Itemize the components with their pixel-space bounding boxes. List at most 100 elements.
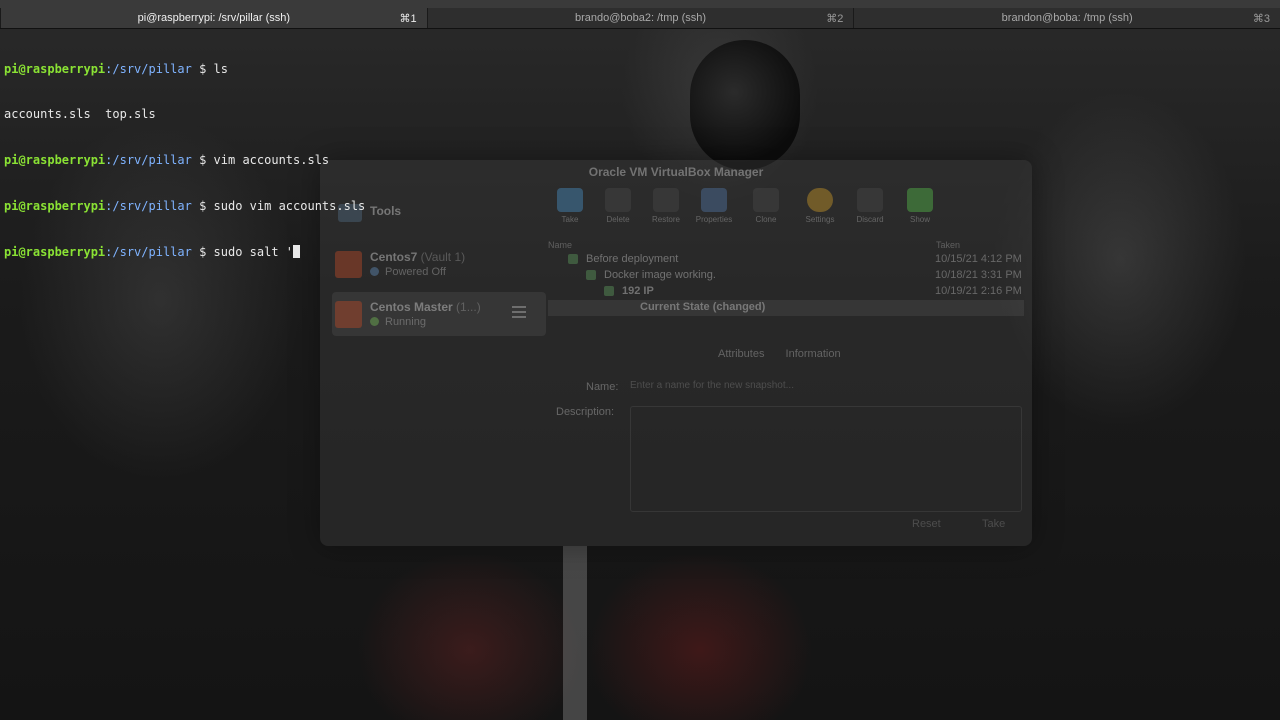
clone-button[interactable]: Clone (744, 188, 788, 224)
text-cursor (293, 245, 301, 259)
gear-icon (807, 188, 833, 212)
tab-attributes[interactable]: Attributes (718, 348, 764, 360)
wallpaper-stripe (563, 546, 587, 720)
tab-title: pi@raspberrypi: /srv/pillar (ssh) (137, 12, 291, 24)
snapshot-name: 192 IP (622, 285, 654, 297)
virtualbox-window[interactable]: Oracle VM VirtualBox Manager Tools Cento… (320, 160, 1032, 546)
prompt-user: pi@raspberrypi (4, 245, 106, 260)
output-text: accounts.sls top.sls (4, 107, 156, 122)
toolbar-label: Show (909, 215, 930, 224)
arrow-right-icon (907, 188, 933, 212)
toolbar-label: Clone (755, 215, 777, 224)
window-title: Oracle VM VirtualBox Manager (588, 165, 764, 179)
snapshot-icon (604, 286, 614, 296)
prompt-user: pi@raspberrypi (4, 153, 106, 168)
snapshot-row[interactable]: Before deployment 10/15/21 4:12 PM (548, 252, 1024, 268)
snapshot-row-current[interactable]: Current State (changed) (548, 300, 1024, 316)
terminal-line-current[interactable]: pi@raspberrypi:/srv/pillar $ sudo salt ' (4, 245, 365, 260)
snapshot-name: Current State (changed) (640, 301, 766, 313)
restore-icon (653, 188, 679, 212)
column-name: Name (548, 240, 573, 250)
show-button[interactable]: Show (898, 188, 942, 224)
tab-title: brandon@boba: /tmp (ssh) (1001, 12, 1133, 24)
vm-state-text: Powered Off (385, 266, 446, 278)
terminal-line: accounts.sls top.sls (4, 107, 365, 122)
settings-button[interactable]: Settings (798, 188, 842, 224)
tab-boba2[interactable]: brando@boba2: /tmp (ssh) ⌘2 (426, 8, 854, 28)
prompt-path: :/srv/pillar (105, 245, 192, 260)
tab-shortcut: ⌘2 (826, 13, 844, 25)
snapshot-row[interactable]: 192 IP 10/19/21 2:16 PM (548, 284, 1024, 300)
prompt-user: pi@raspberrypi (4, 61, 106, 76)
os-icon (335, 301, 362, 328)
reset-button[interactable]: Reset (912, 518, 941, 530)
snapshot-taken: 10/19/21 2:16 PM (935, 285, 1022, 297)
discard-icon (857, 188, 883, 212)
tab-raspberrypi[interactable]: pi@raspberrypi: /srv/pillar (ssh) ⌘1 (0, 8, 427, 28)
prompt-path: :/srv/pillar (105, 153, 192, 168)
prompt-symbol: $ (191, 245, 214, 260)
toolbar-label: Take (561, 215, 579, 224)
title-bar-strip (0, 0, 1280, 8)
properties-button[interactable]: Properties (692, 188, 736, 224)
wallpaper-figure (690, 40, 800, 170)
toolbar-label: Delete (606, 215, 630, 224)
restore-snapshot-button[interactable]: Restore (644, 188, 688, 224)
vm-name-text: Centos7 (370, 250, 418, 264)
delete-snapshot-button[interactable]: Delete (596, 188, 640, 224)
prompt-user: pi@raspberrypi (4, 199, 106, 214)
snapshot-name-input[interactable]: Enter a name for the new snapshot... (630, 380, 1020, 394)
snapshot-icon (568, 254, 578, 264)
hamburger-menu-icon[interactable] (512, 306, 526, 318)
command-input-text[interactable]: sudo salt ' (214, 245, 293, 259)
prompt-path: :/srv/pillar (105, 199, 192, 214)
tab-boba[interactable]: brandon@boba: /tmp (ssh) ⌘3 (853, 8, 1280, 28)
snapshot-taken: 10/18/21 3:31 PM (935, 269, 1022, 281)
tab-title: brando@boba2: /tmp (ssh) (575, 12, 707, 24)
prompt-symbol: $ (191, 61, 214, 76)
clone-icon (753, 188, 779, 212)
discard-button[interactable]: Discard (848, 188, 892, 224)
snapshot-row[interactable]: Docker image working. 10/18/21 3:31 PM (548, 268, 1024, 284)
snapshot-icon (586, 270, 596, 280)
vm-state-text: Running (385, 316, 426, 328)
command-text: sudo vim accounts.sls (213, 199, 366, 214)
column-taken: Taken (936, 240, 961, 250)
take-button[interactable]: Take (982, 518, 1005, 530)
snapshot-tree: Before deployment 10/15/21 4:12 PM Docke… (548, 252, 1024, 316)
tab-information[interactable]: Information (786, 348, 841, 360)
vm-item-centos-master[interactable]: Centos Master (1...) Running (332, 292, 546, 336)
tools-label[interactable]: Tools (370, 204, 401, 218)
snapshot-taken: 10/15/21 4:12 PM (935, 253, 1022, 265)
name-label: Name: (586, 381, 619, 393)
snapshot-name: Before deployment (586, 253, 679, 265)
snapshot-table-header: Name Taken (548, 240, 1024, 250)
terminal-output[interactable]: pi@raspberrypi:/srv/pillar $ ls accounts… (4, 31, 365, 276)
take-snapshot-button[interactable]: Take (548, 188, 592, 224)
command-text: vim accounts.sls (213, 153, 330, 168)
snapshot-toolbar: Take Delete Restore Properties Clone Set… (548, 188, 948, 230)
tab-shortcut: ⌘1 (399, 13, 417, 25)
vm-group: (Vault 1) (417, 250, 466, 264)
description-label: Description: (556, 406, 615, 418)
vm-name: Centos7 (Vault 1) (370, 250, 465, 264)
toolbar-label: Discard (856, 215, 884, 224)
toolbar-label: Restore (651, 215, 680, 224)
vm-state: Running (370, 316, 426, 328)
detail-tabs: Attributes Information (718, 348, 859, 360)
snapshot-name: Docker image working. (604, 269, 716, 281)
command-text: ls (213, 61, 228, 76)
prompt-symbol: $ (191, 153, 214, 168)
terminal-tab-bar: pi@raspberrypi: /srv/pillar (ssh) ⌘1 bra… (0, 0, 1280, 29)
running-icon (370, 317, 379, 326)
description-textarea[interactable] (630, 406, 1022, 512)
vm-group: (1...) (452, 300, 481, 314)
toolbar-label: Properties (695, 215, 733, 224)
prompt-path: :/srv/pillar (105, 61, 192, 76)
vm-state: Powered Off (370, 266, 446, 278)
properties-icon (701, 188, 727, 212)
prompt-symbol: $ (191, 199, 214, 214)
terminal-line: pi@raspberrypi:/srv/pillar $ vim account… (4, 153, 365, 168)
toolbar-label: Settings (805, 215, 835, 224)
tab-shortcut: ⌘3 (1252, 13, 1271, 25)
